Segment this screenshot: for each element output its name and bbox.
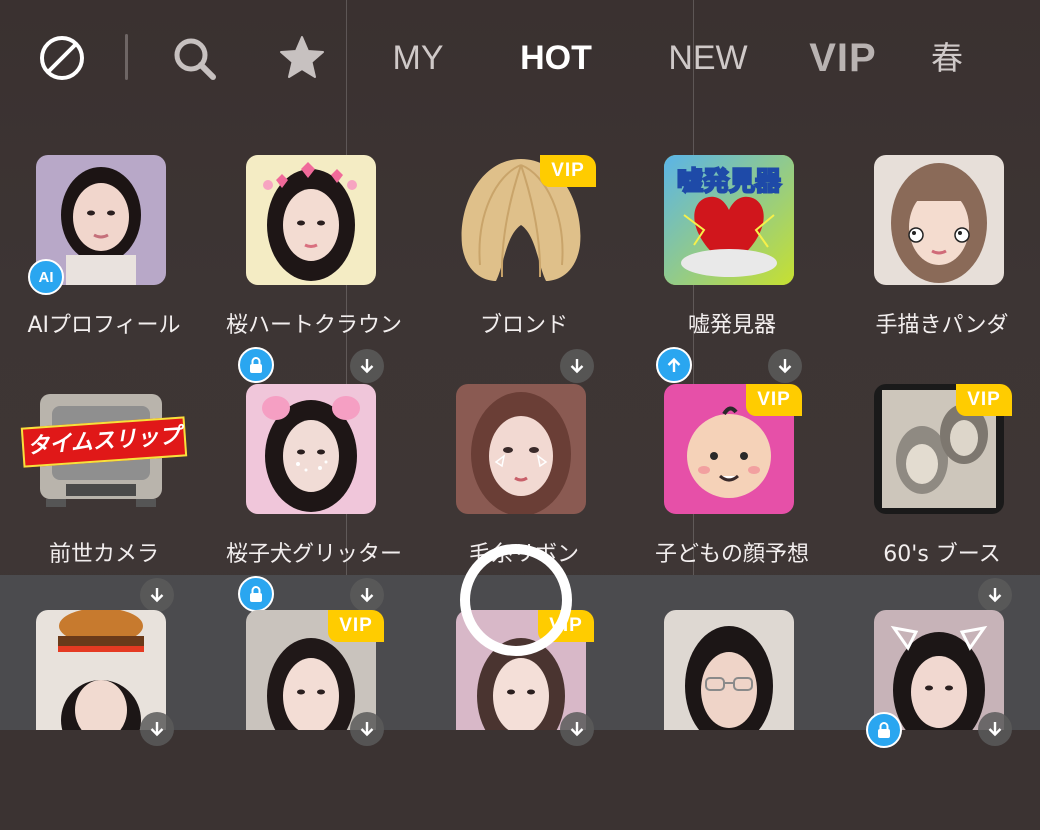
vip-badge: VIP [956, 384, 1012, 416]
effect-item-burger-hat[interactable] [0, 610, 208, 830]
effect-item-glasses-portrait[interactable] [628, 610, 836, 830]
search-icon[interactable] [170, 34, 218, 82]
download-icon[interactable] [350, 349, 384, 383]
effect-item-lie-detector[interactable]: 嘘発見器 嘘発見器 [628, 155, 836, 383]
effect-label: 桜子犬グリッター [225, 542, 402, 567]
effect-item-cat-ears[interactable] [838, 610, 1040, 830]
vip-badge: VIP [328, 610, 384, 642]
effect-label: 桜ハートクラウン [225, 313, 402, 338]
tab-my[interactable]: MY [380, 36, 456, 80]
effect-label: ブロンド [479, 313, 568, 338]
download-icon[interactable] [350, 578, 384, 612]
vip-badge: VIP [746, 384, 802, 416]
effect-item-sakura-heart-crown[interactable]: 桜ハートクラウン [210, 155, 418, 383]
shutter-button[interactable] [460, 544, 572, 656]
effect-thumbnail [456, 384, 586, 514]
effect-label: AIプロフィール [27, 313, 181, 338]
star-icon[interactable] [278, 34, 326, 82]
effect-item-ai-profile[interactable]: AI AIプロフィール [0, 155, 208, 375]
tab-hot[interactable]: HOT [506, 36, 606, 80]
thumbnail-title: 嘘発見器 [676, 166, 782, 198]
tab-new[interactable]: NEW [660, 36, 756, 80]
update-icon [656, 347, 692, 383]
effect-item-blonde[interactable]: VIP ブロンド [420, 155, 628, 383]
download-icon[interactable] [140, 578, 174, 612]
download-icon[interactable] [560, 712, 594, 746]
effect-item-vip-portrait-1[interactable]: VIP [210, 610, 418, 830]
effect-item-60s-booth[interactable]: VIP 60's ブース [838, 384, 1040, 612]
no-effect-icon[interactable] [38, 34, 86, 82]
effect-thumbnail [664, 610, 794, 730]
effect-thumbnail [246, 155, 376, 285]
lock-icon [238, 347, 274, 383]
effect-item-child-face-prediction[interactable]: VIP 子どもの顔予想 [628, 384, 836, 604]
effect-label: 60's ブース [883, 542, 1001, 567]
download-icon[interactable] [978, 578, 1012, 612]
effect-thumbnail [246, 384, 376, 514]
effect-thumbnail [36, 610, 166, 730]
effect-item-hand-drawn-panda[interactable]: 手描きパンダ [838, 155, 1040, 375]
toolbar-divider [125, 34, 128, 80]
effect-label: 前世カメラ [48, 542, 159, 567]
effect-label: 嘘発見器 [687, 313, 776, 338]
tab-spring[interactable]: 春 [920, 36, 974, 80]
vip-badge: VIP [540, 155, 596, 187]
download-icon[interactable] [560, 349, 594, 383]
effect-item-sakura-puppy-glitter[interactable]: 桜子犬グリッター [210, 384, 418, 612]
effect-thumbnail [874, 155, 1004, 285]
lock-icon [238, 576, 274, 612]
download-icon[interactable] [978, 712, 1012, 746]
download-icon[interactable] [768, 349, 802, 383]
effect-thumbnail [874, 610, 1004, 730]
effect-category-bar: MY HOT NEW VIP 春 [0, 0, 1040, 120]
tab-vip[interactable]: VIP [798, 36, 888, 80]
effect-label: 手描きパンダ [875, 313, 1009, 338]
effect-item-past-life-camera[interactable]: タイムスリップ 前世カメラ [0, 384, 208, 612]
lock-icon [866, 712, 902, 748]
download-icon[interactable] [350, 712, 384, 746]
ai-badge: AI [28, 259, 64, 295]
effect-label: 子どもの顔予想 [654, 542, 809, 567]
download-icon[interactable] [140, 712, 174, 746]
